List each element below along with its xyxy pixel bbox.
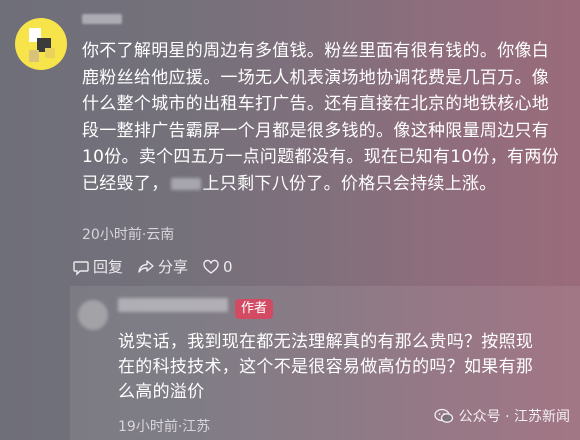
reply-line: 么高的溢价: [118, 382, 205, 402]
comment-line-with-redaction: 已经毁了， 上只剩下八份了。价格只会持续上涨。: [82, 171, 572, 198]
comment-line: 你不了解明星的周边有多值钱。粉丝里面有很有钱的。你像白: [82, 41, 550, 61]
reply-meta: 19小时前·江苏: [118, 419, 211, 435]
share-label: 分享: [158, 258, 189, 276]
wechat-icon: [433, 408, 453, 423]
reply-line: 在的科技技术，这个不是很容易做高仿的吗？如果有那: [118, 357, 534, 377]
comment-actions: 回复 分享 0: [72, 256, 247, 277]
comment-line: 什么整个城市的出租车打广告。还有直接在北京的地铁核心地: [82, 94, 550, 114]
like-button[interactable]: 0: [202, 258, 233, 276]
reply-label: 回复: [93, 258, 124, 276]
reply-body: 说实话，我到现在都无法理解真的有那么贵吗？按照现 在的科技技术，这个不是很容易做…: [118, 330, 578, 405]
redacted-text: [170, 177, 201, 190]
username-redacted[interactable]: [118, 298, 228, 312]
reply-icon: [73, 260, 89, 276]
comment-fragment: 上只剩下八份了。价格只会持续上涨。: [202, 173, 497, 194]
comment-line: 段一整排广告霸屏一个月都是很多钱的。像这种限量周边只有: [82, 120, 550, 141]
username-redacted[interactable]: [82, 14, 122, 24]
comment-line: 10份。卖个四五万一点问题都没有。现在已知有10份，有两份: [82, 147, 559, 167]
reply-line: 说实话，我到现在都无法理解真的有那么贵吗？按照现: [118, 332, 534, 352]
watermark: 公众号 · 江苏新闻: [433, 406, 570, 426]
avatar[interactable]: [15, 18, 67, 70]
heart-icon: [203, 259, 219, 274]
watermark-text: 公众号 · 江苏新闻: [458, 409, 570, 425]
like-count: 0: [223, 257, 233, 276]
comment-fragment: 已经毁了，: [82, 173, 169, 194]
share-icon: [138, 259, 154, 273]
comment-body: 你不了解明星的周边有多值钱。粉丝里面有很有钱的。你像白 鹿粉丝给他应援。一场无人…: [82, 38, 572, 197]
reply-button[interactable]: 回复: [72, 256, 123, 277]
comment-meta: 20小时前·云南: [82, 227, 175, 243]
share-button[interactable]: 分享: [137, 256, 188, 277]
author-badge: 作者: [235, 299, 274, 319]
avatar[interactable]: [78, 300, 108, 330]
main-comment: 你不了解明星的周边有多值钱。粉丝里面有很有钱的。你像白 鹿粉丝给他应援。一场无人…: [0, 0, 580, 280]
comment-line: 鹿粉丝给他应援。一场无人机表演场地协调花费是几百万。像: [82, 67, 550, 88]
